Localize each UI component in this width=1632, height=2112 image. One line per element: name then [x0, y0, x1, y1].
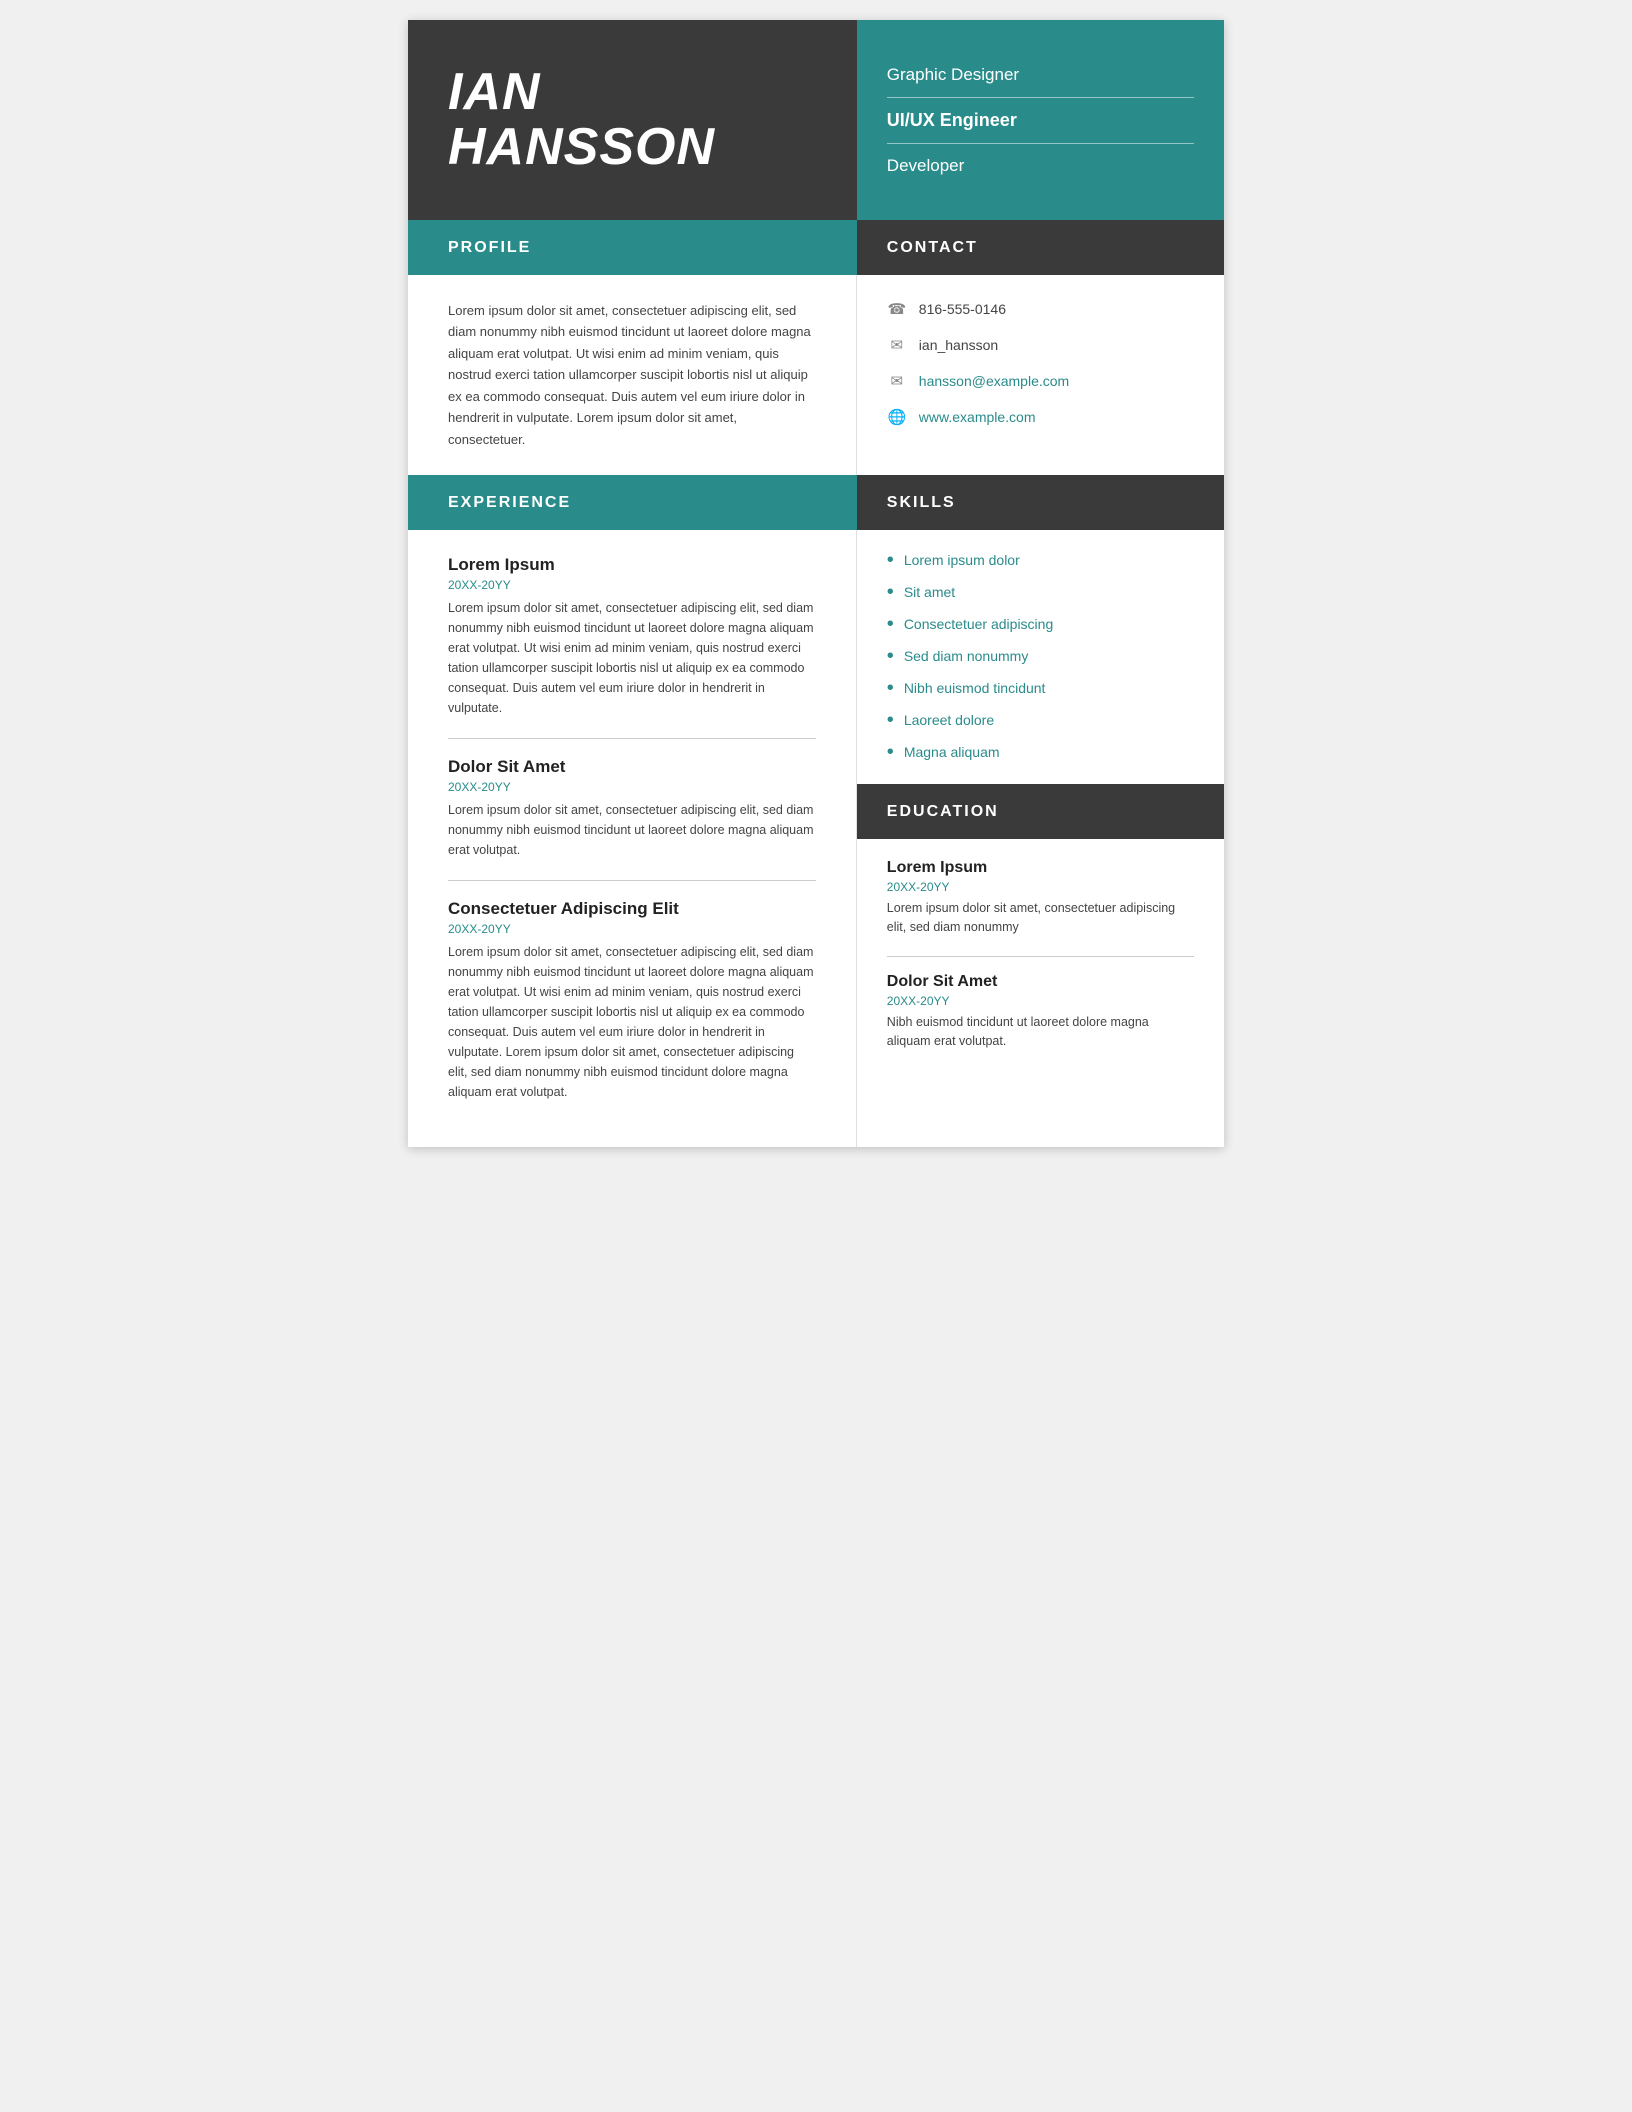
edu-date-2: 20XX-20YY: [887, 994, 1194, 1008]
education-content: Lorem Ipsum 20XX-20YY Lorem ipsum dolor …: [857, 839, 1224, 1090]
contact-content: ☎ 816-555-0146 ✉ ian_hansson ✉ hansson@e…: [857, 275, 1224, 475]
skill-item-7: Magna aliquam: [887, 742, 1194, 762]
education-heading: EDUCATION: [887, 803, 999, 821]
education-item-1: Lorem Ipsum 20XX-20YY Lorem ipsum dolor …: [887, 859, 1194, 938]
experience-content: Lorem Ipsum 20XX-20YY Lorem ipsum dolor …: [408, 530, 857, 1147]
profile-heading: PROFILE: [448, 239, 531, 257]
website-link[interactable]: www.example.com: [919, 409, 1036, 425]
title-divider-2: [887, 143, 1194, 144]
title-divider-1: [887, 97, 1194, 98]
profile-text: Lorem ipsum dolor sit amet, consectetuer…: [448, 300, 816, 450]
edu-text-2: Nibh euismod tincidunt ut laoreet dolore…: [887, 1013, 1194, 1052]
contact-section-header: CONTACT: [857, 220, 1224, 275]
exp-date-1: 20XX-20YY: [448, 578, 816, 592]
skill-label-4: Sed diam nonummy: [904, 648, 1029, 664]
skill-item-6: Laoreet dolore: [887, 710, 1194, 730]
skill-label-6: Laoreet dolore: [904, 712, 994, 728]
skill-item-3: Consectetuer adipiscing: [887, 614, 1194, 634]
skills-list: Lorem ipsum dolor Sit amet Consectetuer …: [887, 550, 1194, 762]
full-name: IAN HANSSON: [448, 65, 715, 174]
skills-education-col: Lorem ipsum dolor Sit amet Consectetuer …: [857, 530, 1224, 1147]
chat-icon: ✉: [887, 336, 907, 354]
username: ian_hansson: [919, 337, 998, 353]
edu-title-1: Lorem Ipsum: [887, 859, 1194, 877]
skill-item-4: Sed diam nonummy: [887, 646, 1194, 666]
job-title-1: Graphic Designer: [887, 61, 1194, 89]
skill-item-1: Lorem ipsum dolor: [887, 550, 1194, 570]
education-section-header: EDUCATION: [857, 784, 1224, 839]
header: IAN HANSSON Graphic Designer UI/UX Engin…: [408, 20, 1224, 220]
skill-item-2: Sit amet: [887, 582, 1194, 602]
contact-chat: ✉ ian_hansson: [887, 336, 1194, 354]
email-link[interactable]: hansson@example.com: [919, 373, 1069, 389]
edu-title-2: Dolor Sit Amet: [887, 973, 1194, 991]
skill-label-7: Magna aliquam: [904, 744, 1000, 760]
first-name: IAN: [448, 63, 541, 121]
skill-label-2: Sit amet: [904, 584, 955, 600]
web-icon: 🌐: [887, 408, 907, 426]
experience-skills-edu-content: Lorem Ipsum 20XX-20YY Lorem ipsum dolor …: [408, 530, 1224, 1147]
contact-web: 🌐 www.example.com: [887, 408, 1194, 426]
skill-label-5: Nibh euismod tincidunt: [904, 680, 1046, 696]
job-title-2: UI/UX Engineer: [887, 106, 1194, 135]
edu-date-1: 20XX-20YY: [887, 880, 1194, 894]
last-name: HANSSON: [448, 118, 715, 176]
exp-title-2: Dolor Sit Amet: [448, 757, 816, 777]
exp-date-3: 20XX-20YY: [448, 922, 816, 936]
exp-text-3: Lorem ipsum dolor sit amet, consectetuer…: [448, 942, 816, 1102]
contact-email: ✉ hansson@example.com: [887, 372, 1194, 390]
profile-content: Lorem ipsum dolor sit amet, consectetuer…: [408, 275, 857, 475]
skills-content: Lorem ipsum dolor Sit amet Consectetuer …: [857, 530, 1224, 784]
skills-section-header: SKILLS: [857, 475, 1224, 530]
header-name-block: IAN HANSSON: [408, 20, 857, 220]
skill-label-3: Consectetuer adipiscing: [904, 616, 1053, 632]
experience-item-1: Lorem Ipsum 20XX-20YY Lorem ipsum dolor …: [448, 555, 816, 718]
skill-label-1: Lorem ipsum dolor: [904, 552, 1020, 568]
experience-item-3: Consectetuer Adipiscing Elit 20XX-20YY L…: [448, 880, 816, 1102]
email-icon: ✉: [887, 372, 907, 390]
edu-text-1: Lorem ipsum dolor sit amet, consectetuer…: [887, 899, 1194, 938]
phone-number: 816-555-0146: [919, 301, 1006, 317]
exp-text-1: Lorem ipsum dolor sit amet, consectetuer…: [448, 598, 816, 718]
phone-icon: ☎: [887, 300, 907, 318]
experience-heading: EXPERIENCE: [448, 494, 571, 512]
exp-skills-header-row: EXPERIENCE SKILLS: [408, 475, 1224, 530]
experience-item-2: Dolor Sit Amet 20XX-20YY Lorem ipsum dol…: [448, 738, 816, 860]
profile-contact-content: Lorem ipsum dolor sit amet, consectetuer…: [408, 275, 1224, 475]
contact-phone: ☎ 816-555-0146: [887, 300, 1194, 318]
exp-text-2: Lorem ipsum dolor sit amet, consectetuer…: [448, 800, 816, 860]
contact-heading: CONTACT: [887, 239, 978, 257]
experience-section-header: EXPERIENCE: [408, 475, 857, 530]
exp-title-1: Lorem Ipsum: [448, 555, 816, 575]
profile-contact-header-row: PROFILE CONTACT: [408, 220, 1224, 275]
resume: IAN HANSSON Graphic Designer UI/UX Engin…: [408, 20, 1224, 1147]
skills-heading: SKILLS: [887, 494, 956, 512]
skill-item-5: Nibh euismod tincidunt: [887, 678, 1194, 698]
profile-section-header: PROFILE: [408, 220, 857, 275]
exp-date-2: 20XX-20YY: [448, 780, 816, 794]
job-title-3: Developer: [887, 152, 1194, 180]
education-item-2: Dolor Sit Amet 20XX-20YY Nibh euismod ti…: [887, 956, 1194, 1052]
exp-title-3: Consectetuer Adipiscing Elit: [448, 899, 816, 919]
header-titles-block: Graphic Designer UI/UX Engineer Develope…: [857, 20, 1224, 220]
